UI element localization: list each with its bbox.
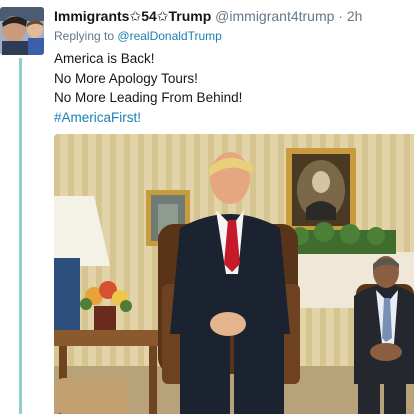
tweet[interactable]: Immigrants✩54✩Trump @immigrant4trump · 2…: [0, 0, 414, 414]
reply-prefix: Replying to: [54, 29, 115, 43]
tweet-line-1: America is Back!: [54, 51, 155, 66]
reply-mention-link[interactable]: @realDonaldTrump: [117, 29, 221, 43]
hashtag-link[interactable]: #AmericaFirst!: [54, 108, 242, 128]
tweet-line-3: No More Leading From Behind!: [54, 90, 243, 105]
tweet-line-2: No More Apology Tours!: [54, 70, 198, 86]
separator-dot: ·: [338, 8, 343, 24]
timestamp[interactable]: 2h: [347, 8, 363, 24]
tweet-header: Immigrants✩54✩Trump @immigrant4trump · 2…: [54, 8, 362, 25]
avatar-image: [0, 7, 44, 55]
tweet-photo[interactable]: [54, 134, 414, 414]
blue-vase: [54, 258, 80, 338]
thread-line: [19, 58, 22, 414]
avatar[interactable]: [0, 7, 44, 55]
reply-context: Replying to @realDonaldTrump: [54, 29, 222, 43]
tweet-text: America is Back! No More Apology Tours! …: [54, 49, 242, 127]
photo-scene: [54, 134, 414, 414]
display-name[interactable]: Immigrants✩54✩Trump: [54, 8, 211, 24]
user-handle[interactable]: @immigrant4trump: [215, 8, 334, 24]
